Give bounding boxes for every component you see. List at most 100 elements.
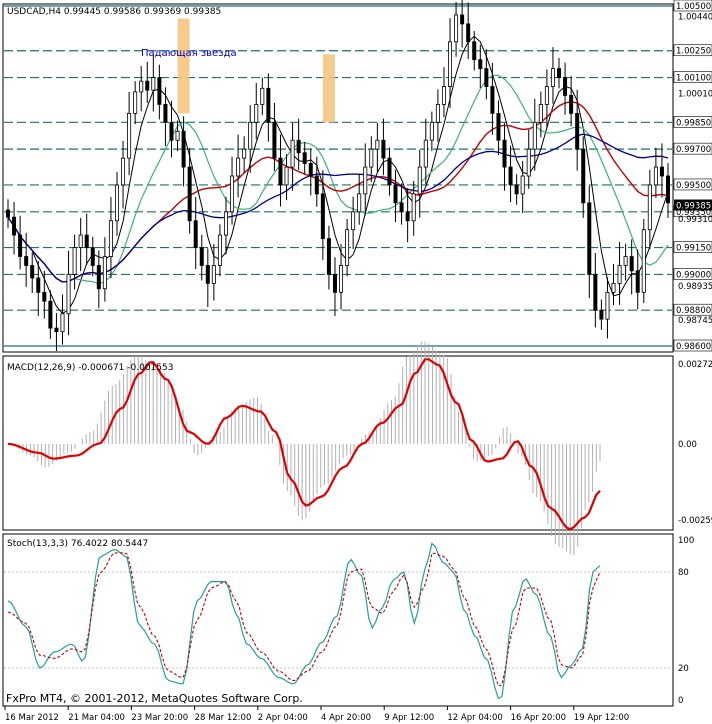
candle-body (121, 157, 126, 186)
candle-body (357, 193, 362, 213)
candle-body (248, 121, 253, 150)
price-panel-frame (2, 3, 674, 353)
macd-axis-label: 0.00 (678, 440, 697, 450)
candle-body (54, 327, 59, 333)
candle-body (429, 121, 434, 141)
candle-body (647, 184, 652, 231)
symbol-info: USDCAD,H4 0.99445 0.99586 0.99369 0.9938… (7, 7, 221, 17)
price-level-label: 0.99700 (676, 145, 711, 155)
candle-body (205, 265, 210, 284)
candle-body (296, 139, 301, 154)
candle-body (314, 175, 319, 195)
candle-body (490, 86, 495, 114)
stoch-axis-label: 0 (678, 696, 683, 706)
candle-body (484, 68, 489, 87)
pattern-annotation: Падающая звезда (141, 48, 237, 59)
candle-body (12, 216, 17, 236)
candle-body (454, 14, 459, 43)
candle-body (399, 202, 404, 213)
candle-body (211, 265, 216, 284)
candle-body (6, 209, 11, 218)
price-level-label: 1.00250 (676, 47, 711, 57)
time-tick-label: 21 Mar 04:00 (68, 713, 125, 723)
chart-canvas: 1.00500 1.00250 1.00100 0.99850 0.99700 0.995… (2, 0, 712, 723)
candle-body (145, 80, 150, 91)
candle-body (42, 291, 47, 302)
candle-body (254, 104, 259, 123)
candle-body (623, 256, 628, 266)
candle-body (278, 157, 283, 186)
candle-body (460, 14, 465, 25)
price-level-label: 0.98600 (676, 342, 711, 352)
candle-body (102, 256, 107, 290)
time-tick-label: 2 Apr 04:00 (258, 713, 308, 723)
price-level-label: 1.00100 (676, 74, 711, 84)
candle-body (587, 202, 592, 275)
price-axis-label: 0.98935 (678, 282, 712, 292)
time-tick-label: 19 Apr 12:00 (574, 713, 629, 723)
candle-body (635, 270, 640, 293)
candle-body (532, 121, 537, 150)
candle-body (351, 211, 356, 231)
candle-body (332, 274, 337, 293)
copyright-text: FxPro MT4, © 2001-2012, MetaQuotes Softw… (6, 692, 303, 705)
candle-body (514, 184, 519, 195)
candle-body (193, 220, 198, 248)
candle-body (30, 265, 35, 279)
macd-axis-label: -0.00259 (678, 516, 712, 526)
candle-body (230, 175, 235, 213)
candle-body (557, 68, 562, 78)
candle-body (199, 247, 204, 266)
candle-body (599, 309, 604, 320)
candle-body (423, 139, 428, 168)
candle-body (18, 234, 23, 257)
candle-body (369, 148, 374, 168)
stoch-title: Stoch(13,3,3) 76.4022 80.5447 (7, 539, 148, 549)
candle-body (641, 229, 646, 293)
shooting-star-highlight (322, 54, 335, 123)
stoch-axis-label: 100 (678, 536, 694, 546)
candle-body (157, 77, 162, 105)
candle-body (24, 256, 29, 266)
macd-panel-frame (2, 355, 674, 531)
price-axis-label: 1.00440 (678, 13, 712, 23)
price-level-label: 0.98800 (676, 306, 711, 316)
candle-body (326, 238, 331, 275)
candle-body (236, 157, 241, 177)
price-axis-label: 0.98745 (678, 316, 712, 326)
candle-body (387, 157, 392, 186)
candle-body (272, 121, 277, 159)
candle-body (472, 41, 477, 61)
candle-body (581, 148, 586, 204)
current-price-label: 0.99385 (676, 202, 711, 212)
candle-body (66, 274, 71, 315)
candle-body (605, 291, 610, 320)
candle-body (375, 139, 380, 150)
candle-body (290, 139, 295, 168)
candle-body (108, 220, 113, 257)
candle-body (320, 193, 325, 240)
candle-body (611, 282, 616, 293)
candle-body (242, 148, 247, 159)
candle-body (260, 87, 265, 105)
candle-body (575, 112, 580, 150)
candle-body (84, 234, 89, 248)
candle-body (629, 256, 634, 272)
candle-body (593, 274, 598, 311)
candle-body (435, 104, 440, 123)
candle-body (90, 247, 95, 266)
candle-body (448, 41, 453, 87)
candle-body (339, 265, 344, 293)
candle-body (217, 234, 222, 266)
candle-body (478, 59, 483, 70)
candle-body (526, 148, 531, 177)
candle-body (544, 86, 549, 105)
price-level-label: 1.00500 (676, 2, 711, 12)
candle-body (78, 234, 83, 248)
candle-body (405, 211, 410, 222)
stoch-axis-label: 80 (678, 568, 689, 578)
price-level-label: 0.99150 (676, 244, 711, 254)
candle-body (345, 229, 350, 266)
shooting-star-highlight (177, 18, 190, 114)
price-level-label: 0.99850 (676, 118, 711, 128)
